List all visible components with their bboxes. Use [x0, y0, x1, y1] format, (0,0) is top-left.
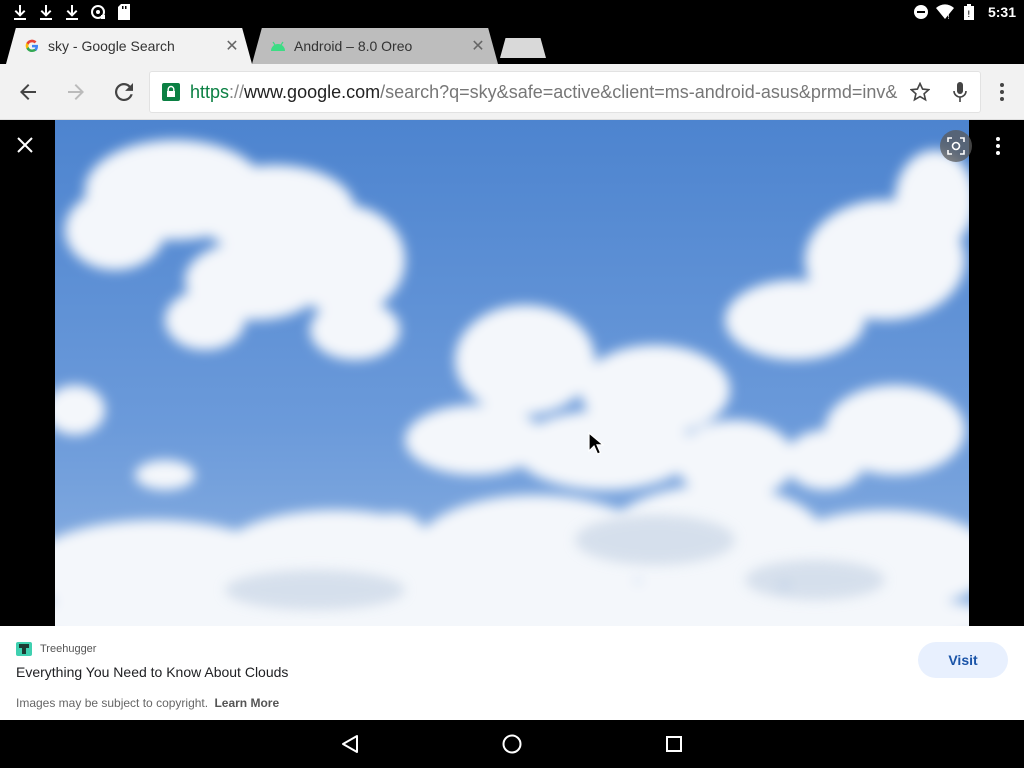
forward-button[interactable]	[62, 78, 90, 106]
arrow-left-icon	[20, 84, 36, 100]
battery-icon: !	[960, 3, 978, 21]
tab-close-icon[interactable]: ✕	[468, 36, 488, 56]
home-circle-icon	[502, 734, 522, 754]
star-icon	[910, 82, 930, 102]
nav-back-button[interactable]	[338, 732, 362, 756]
sky-image[interactable]	[55, 120, 969, 626]
sd-card-icon	[114, 3, 134, 21]
recents-square-icon	[666, 736, 682, 752]
reload-button[interactable]	[110, 78, 138, 106]
viewer-menu-button[interactable]	[986, 134, 1010, 158]
lens-icon	[947, 137, 965, 155]
menu-button[interactable]	[988, 78, 1016, 106]
learn-more-link[interactable]: Learn More	[214, 696, 279, 710]
do-not-disturb-icon	[912, 3, 930, 21]
image-source[interactable]: Treehugger	[16, 642, 96, 656]
android-icon	[270, 38, 286, 54]
download-icon	[36, 3, 56, 21]
download-icon	[10, 3, 30, 21]
system-icons: ! ! 5:31	[912, 3, 1016, 21]
close-viewer-button[interactable]	[12, 132, 38, 158]
bookmark-star-button[interactable]	[906, 78, 934, 106]
voice-search-button[interactable]	[946, 78, 974, 106]
image-info-card: Treehugger Everything You Need to Know A…	[0, 626, 1024, 720]
more-vert-icon	[1000, 83, 1004, 101]
tab-strip: sky - Google Search ✕ Android – 8.0 Oreo…	[0, 24, 1024, 64]
notification-icons	[10, 3, 134, 21]
wifi-icon: !	[935, 3, 954, 21]
mouse-pointer-icon	[588, 431, 605, 461]
arrow-right-icon	[68, 84, 84, 100]
copyright-text: Images may be subject to copyright.	[16, 696, 209, 710]
system-nav-bar	[0, 720, 1024, 768]
clock: 5:31	[987, 4, 1016, 20]
google-g-icon	[24, 38, 40, 54]
lock-icon	[162, 83, 180, 101]
treehugger-logo-icon	[16, 642, 32, 656]
nav-home-button[interactable]	[500, 732, 524, 756]
svg-text:!: !	[967, 10, 971, 20]
download-icon	[62, 3, 82, 21]
tab-close-icon[interactable]: ✕	[222, 36, 242, 56]
visit-button[interactable]: Visit	[918, 642, 1008, 678]
new-tab-button[interactable]	[500, 38, 546, 58]
url-text: https://www.google.com/search?q=sky&safe…	[190, 81, 898, 102]
sync-icon	[88, 3, 108, 21]
lens-search-button[interactable]	[940, 130, 972, 162]
nav-recents-button[interactable]	[662, 732, 686, 756]
browser-toolbar: https://www.google.com/search?q=sky&safe…	[0, 64, 1024, 120]
image-title[interactable]: Everything You Need to Know About Clouds	[16, 664, 288, 680]
back-button[interactable]	[14, 78, 42, 106]
tab-sky-google-search[interactable]: sky - Google Search ✕	[6, 28, 252, 64]
tab-title: sky - Google Search	[48, 38, 175, 54]
source-name: Treehugger	[40, 643, 97, 655]
copyright-notice: Images may be subject to copyright. Lear…	[16, 696, 279, 710]
back-triangle-icon	[342, 735, 358, 753]
tab-android-oreo[interactable]: Android – 8.0 Oreo ✕	[252, 28, 498, 64]
tab-title: Android – 8.0 Oreo	[294, 38, 413, 54]
clouds-photo	[55, 120, 969, 626]
microphone-icon	[953, 82, 967, 102]
svg-text:!: !	[947, 13, 950, 20]
reload-icon	[115, 83, 133, 101]
close-icon	[17, 137, 33, 153]
status-bar: ! ! 5:31	[0, 0, 1024, 24]
more-vert-icon	[996, 137, 1000, 155]
image-viewer	[0, 120, 1024, 626]
url-bar[interactable]: https://www.google.com/search?q=sky&safe…	[150, 72, 980, 112]
